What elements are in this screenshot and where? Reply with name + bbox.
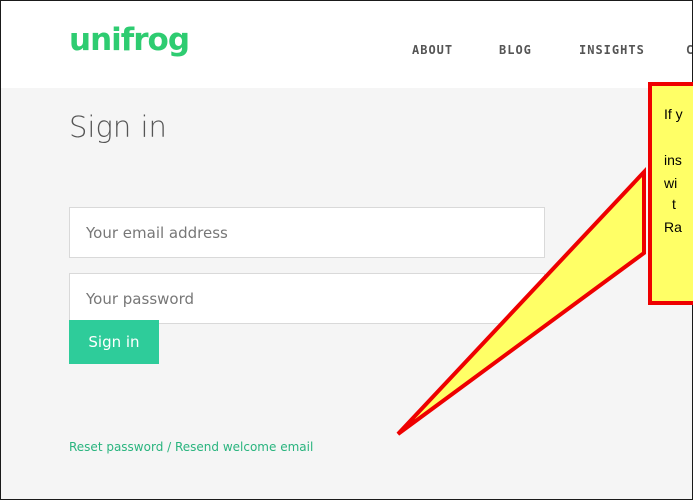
browser-frame: unifrog ABOUT BLOG INSIGHTS C Sign in Si… bbox=[0, 0, 693, 500]
nav-link-blog[interactable]: BLOG bbox=[499, 44, 532, 56]
annotation-callout: If y ins wi t Ra bbox=[648, 82, 693, 305]
nav-link-truncated[interactable]: C bbox=[686, 44, 692, 56]
page-title: Sign in bbox=[69, 110, 167, 144]
callout-text-line: Ra bbox=[664, 219, 682, 235]
sign-in-button[interactable]: Sign in bbox=[69, 320, 159, 364]
unifrog-logo[interactable]: unifrog bbox=[69, 25, 190, 56]
email-field[interactable] bbox=[69, 207, 545, 258]
callout-text-line: wi bbox=[664, 175, 678, 191]
site-header: unifrog ABOUT BLOG INSIGHTS C bbox=[1, 1, 692, 88]
password-field[interactable] bbox=[69, 273, 545, 324]
callout-text-line: If y bbox=[664, 106, 683, 122]
callout-text-line: t bbox=[672, 196, 676, 212]
nav-link-about[interactable]: ABOUT bbox=[412, 44, 453, 56]
callout-text-line: ins bbox=[664, 152, 682, 168]
reset-password-link[interactable]: Reset password / Resend welcome email bbox=[69, 441, 313, 453]
nav-link-insights[interactable]: INSIGHTS bbox=[579, 44, 645, 56]
